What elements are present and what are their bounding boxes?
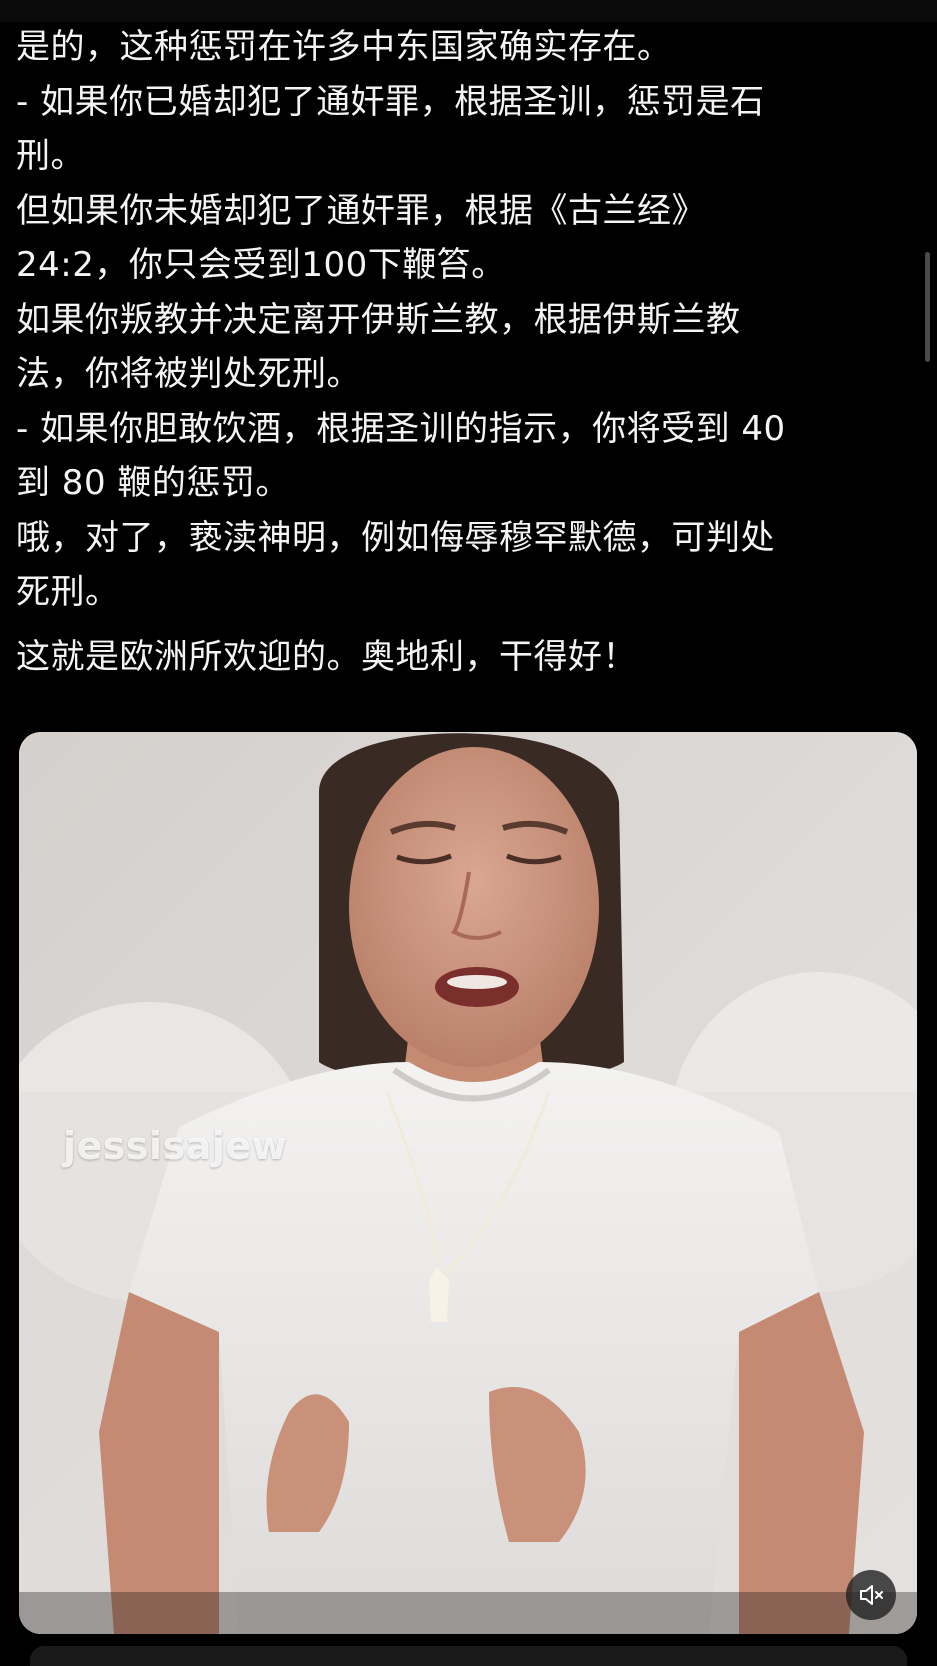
video-frame	[19, 732, 917, 1634]
mute-button[interactable]	[846, 1570, 896, 1620]
post-body: 是的，这种惩罚在许多中东国家确实存在。 - 如果你已婚却犯了通奸罪，根据圣训，惩…	[16, 20, 916, 684]
post-paragraph: - 如果你已婚却犯了通奸罪，根据圣训，惩罚是石 刑。	[16, 81, 765, 177]
speaker-muted-icon	[860, 1585, 883, 1605]
post-paragraph: 如果你叛教并决定离开伊斯兰教，根据伊斯兰教 法，你将被判处死刑。	[16, 299, 741, 395]
post-paragraph: 是的，这种惩罚在许多中东国家确实存在。	[16, 27, 672, 67]
top-edge	[0, 0, 937, 22]
post-paragraph: 但如果你未婚却犯了通奸罪，根据《古兰经》 24:2，你只会受到100下鞭笞。	[16, 190, 706, 286]
video-watermark: jessisajew	[63, 1124, 288, 1168]
next-card-edge	[30, 1646, 907, 1666]
scrollbar[interactable]	[925, 252, 930, 362]
post-paragraph: 哦，对了，亵渎神明，例如侮辱穆罕默德，可判处 死刑。	[16, 517, 775, 613]
post-closing-line: 这就是欧洲所欢迎的。奥地利，干得好！	[16, 636, 637, 677]
video-player[interactable]: jessisajew	[19, 732, 917, 1634]
post-paragraph: - 如果你胆敢饮酒，根据圣训的指示，你将受到 40 到 80 鞭的惩罚。	[16, 408, 786, 504]
